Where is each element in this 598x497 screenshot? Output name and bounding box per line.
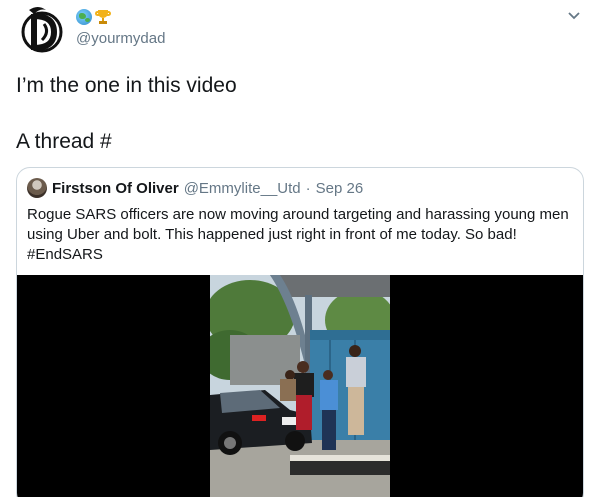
dot-separator: · — [305, 179, 311, 197]
quoted-tweet-header: Firstson Of Oliver @Emmylite__Utd · Sep … — [27, 178, 363, 198]
display-name[interactable] — [76, 8, 111, 26]
quoted-handle: @Emmylite__Utd — [183, 179, 301, 197]
trophy-emoji-icon — [95, 9, 111, 25]
tweet-text: I’m the one in this video A thread # — [16, 72, 237, 156]
quoted-hashtag[interactable]: #EndSARS — [27, 245, 572, 265]
video-player[interactable] — [17, 275, 583, 497]
tweet-header: @yourmydad — [16, 0, 582, 60]
globe-emoji-icon — [76, 9, 92, 25]
author-handle[interactable]: @yourmydad — [76, 30, 165, 48]
quoted-tweet-card[interactable]: Firstson Of Oliver @Emmylite__Utd · Sep … — [16, 167, 584, 497]
quoted-avatar — [27, 178, 47, 198]
quoted-date: Sep 26 — [315, 179, 364, 197]
tweet-line: A thread # — [16, 130, 112, 153]
quoted-line: Rogue SARS officers are now moving aroun… — [27, 206, 569, 223]
video-scene-image — [210, 275, 390, 497]
quoted-tweet-text: Rogue SARS officers are now moving aroun… — [27, 205, 572, 265]
quoted-line: using Uber and bolt. This happened just … — [27, 226, 517, 243]
chevron-down-icon[interactable] — [566, 10, 582, 22]
tweet-line: I’m the one in this video — [16, 74, 237, 97]
avatar[interactable] — [20, 4, 64, 54]
video-thumbnail[interactable] — [210, 275, 390, 497]
quoted-name: Firstson Of Oliver — [52, 179, 179, 197]
